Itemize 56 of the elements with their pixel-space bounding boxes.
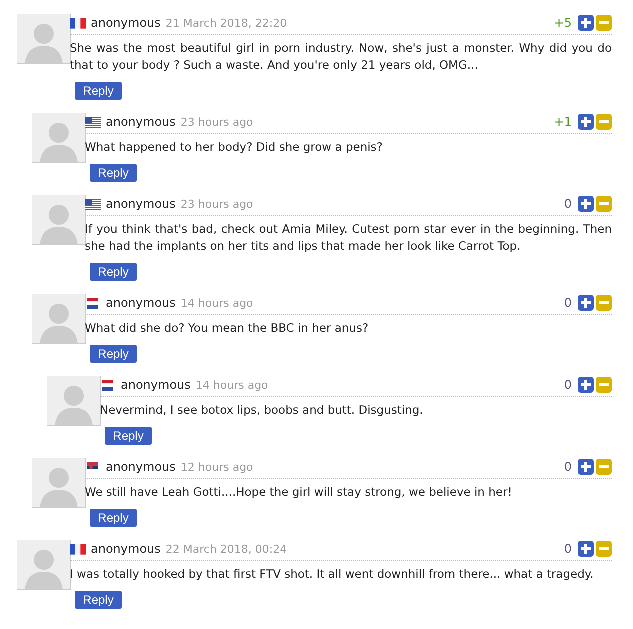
reply-button[interactable]: Reply (90, 263, 137, 281)
vote-score: 0 (564, 378, 572, 392)
author-name: anonymous (91, 16, 161, 30)
upvote-icon[interactable] (578, 295, 594, 311)
comment-time: 21 March 2018, 22:20 (166, 16, 288, 30)
comment-time: 12 hours ago (180, 460, 254, 474)
vote-score: 0 (564, 197, 572, 211)
flag-icon (100, 380, 116, 390)
vote-score: +5 (554, 16, 572, 30)
flag-icon (70, 544, 86, 554)
author-name: anonymous (121, 378, 191, 392)
vote-score: 0 (564, 460, 572, 474)
author-name: anonymous (106, 296, 176, 310)
comment-time: 22 March 2018, 00:24 (166, 542, 288, 556)
avatar-icon (32, 294, 86, 344)
comment-text: What did she do? You mean the BBC in her anus? (85, 320, 370, 337)
comment-text: We still have Leah Gotti....Hope the girl will stay strong, we believe in her! (85, 484, 514, 501)
avatar-icon (32, 458, 86, 508)
author-name: anonymous (106, 460, 176, 474)
flag-icon (85, 198, 101, 210)
vote-score: 0 (564, 542, 572, 556)
reply-button[interactable]: Reply (75, 82, 122, 100)
upvote-icon[interactable] (578, 459, 594, 475)
upvote-icon[interactable] (578, 377, 594, 393)
reply-button[interactable]: Reply (105, 427, 152, 445)
avatar-icon (17, 14, 71, 64)
upvote-icon[interactable] (578, 541, 594, 557)
upvote-icon[interactable] (578, 15, 594, 31)
flag-icon (85, 116, 101, 128)
comment-text: What happened to her body? Did she grow a penis? (85, 139, 384, 156)
comment-time: 23 hours ago (180, 198, 254, 210)
reply-button[interactable]: Reply (90, 345, 137, 363)
author-name: anonymous (106, 197, 176, 211)
flag-icon (85, 298, 101, 308)
comment-time: 14 hours ago (196, 378, 268, 392)
comment-time: 23 hours ago (180, 116, 254, 128)
flag-icon (85, 462, 101, 472)
avatar-icon (32, 113, 86, 163)
author-name: anonymous (106, 115, 176, 129)
comment-text: If you think that's bad, check out Amia Miley. Cutest porn star ever in the beginning. Then she had the implants on her tits and lips that made her look like Carrot Top. (85, 221, 612, 255)
comment-time: 14 hours ago (180, 296, 254, 310)
reply-button[interactable]: Reply (90, 164, 137, 182)
comment-text: Nevermind, I see botox lips, boobs and butt. Disgusting. (100, 402, 424, 419)
author-name: anonymous (91, 542, 161, 556)
comment-text: She was the most beautiful girl in porn industry. Now, she's just a monster. Why did you do that to your body ? Such a waste. And you're only 21 years old, OMG... (70, 40, 612, 74)
reply-button[interactable]: Reply (90, 509, 137, 527)
avatar-icon (32, 195, 86, 245)
comment-text: I was totally hooked by that first FTV shot. It all went downhill from there... what a tragedy. (70, 566, 595, 583)
vote-score: 0 (564, 296, 572, 310)
reply-button[interactable]: Reply (75, 591, 122, 609)
upvote-icon[interactable] (578, 196, 594, 212)
avatar-icon (17, 540, 71, 590)
upvote-icon[interactable] (578, 114, 594, 130)
vote-score: +1 (554, 115, 572, 129)
flag-icon (70, 18, 86, 28)
avatar-icon (47, 376, 101, 426)
